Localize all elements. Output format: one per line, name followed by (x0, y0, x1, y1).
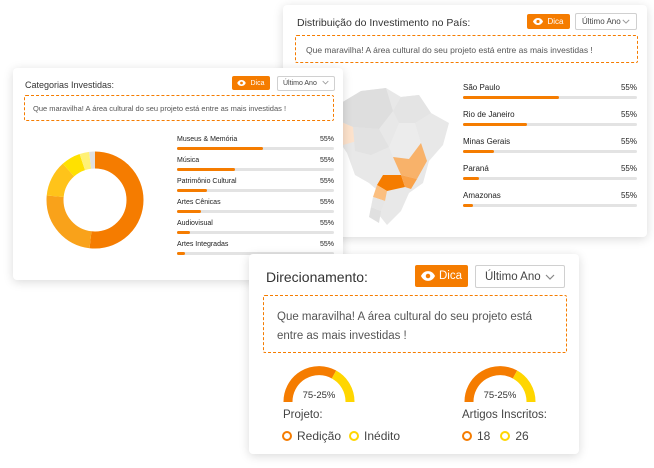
period-value: Último Ano (485, 270, 541, 283)
bar-fill (463, 177, 479, 180)
bar-item: Museus & Memória 55% (177, 136, 334, 157)
bar-item: Música 55% (177, 157, 334, 178)
bar-percentage: 55% (319, 157, 334, 164)
bar-track (177, 147, 334, 150)
legend-label: Redição (297, 429, 342, 443)
orange-ring-icon (282, 431, 292, 441)
bar-percentage: 55% (319, 241, 334, 248)
artigos-caption: Artigos Inscritos: (462, 409, 547, 421)
state-bar-list: São Paulo 55% Rio de Janeiro 55% Minas Gerai… (463, 83, 637, 223)
bar-track (177, 168, 334, 171)
bar-track (463, 123, 637, 126)
bar-fill (463, 123, 528, 126)
bar-fill (463, 150, 495, 153)
categories-donut-chart (45, 150, 145, 250)
bar-fill (463, 204, 474, 207)
bar-track (177, 189, 334, 192)
bar-item: Paraná 55% (463, 164, 637, 186)
bar-percentage: 55% (319, 136, 334, 143)
dica-label: Dica (438, 270, 462, 282)
projeto-caption: Projeto: (283, 409, 323, 421)
bar-label: São Paulo (463, 83, 500, 92)
direction-card: Direcionamento: Dica Último Ano Que mara… (249, 254, 579, 454)
orange-ring-icon (462, 431, 472, 441)
bar-label: Audiovisual (177, 220, 213, 227)
legend-label: 18 (477, 429, 491, 443)
bar-item: Patrimônio Cultural 55% (177, 178, 334, 199)
bar-label: Amazonas (463, 191, 501, 200)
chevron-down-icon (622, 17, 630, 26)
bar-fill (177, 210, 201, 213)
bar-percentage: 55% (620, 164, 637, 173)
card-title: Distribuição do Investimento no País: (297, 17, 471, 29)
chevron-down-icon (545, 271, 555, 283)
bar-percentage: 55% (319, 199, 334, 206)
bar-percentage: 55% (620, 137, 637, 146)
bar-percentage: 55% (620, 110, 637, 119)
bar-track (463, 96, 637, 99)
bar-item: Rio de Janeiro 55% (463, 110, 637, 132)
legend-label: 26 (515, 429, 529, 443)
bar-fill (463, 96, 559, 99)
bar-track (463, 177, 637, 180)
brazil-map (331, 83, 451, 233)
bar-item: Minas Gerais 55% (463, 137, 637, 159)
period-value: Último Ano (582, 17, 621, 26)
tip-box: Que maravilha! A área cultural do seu pr… (295, 35, 638, 63)
bar-item: Amazonas 55% (463, 191, 637, 213)
category-bar-list: Museus & Memória 55% Música 55% Patrimônio C… (177, 136, 334, 266)
bar-track (463, 204, 637, 207)
eye-icon (420, 271, 435, 281)
tip-box: Que maravilha! A área cultural do seu pr… (24, 95, 334, 121)
period-select[interactable]: Último Ano (575, 13, 637, 30)
legend-label: Inédito (364, 429, 401, 443)
period-select[interactable]: Último Ano (475, 265, 565, 288)
projeto-gauge-label: 75-25% (302, 390, 336, 401)
bar-label: Música (177, 157, 200, 164)
bar-track (177, 231, 334, 234)
tip-box: Que maravilha! A área cultural do seu pr… (263, 295, 567, 353)
bar-label: Rio de Janeiro (463, 110, 515, 119)
bar-label: Paraná (463, 164, 489, 173)
dica-label: Dica (250, 79, 265, 87)
bar-fill (177, 168, 236, 171)
dica-button[interactable]: Dica (527, 14, 570, 29)
card-title: Categorias Investidas: (25, 80, 115, 90)
bar-label: Museus & Memória (177, 136, 238, 143)
bar-label: Artes Cênicas (177, 199, 221, 206)
dica-button[interactable]: Dica (415, 265, 468, 287)
card-title: Direcionamento: (266, 269, 368, 285)
bar-item: Audiovisual 55% (177, 220, 334, 241)
yellow-ring-icon (500, 431, 511, 441)
artigos-legend: 18 26 (462, 429, 529, 443)
bar-track (177, 210, 334, 213)
dica-button[interactable]: Dica (232, 76, 270, 90)
bar-label: Patrimônio Cultural (177, 178, 237, 185)
eye-icon (237, 80, 247, 86)
bar-track (463, 150, 637, 153)
bar-fill (177, 252, 185, 255)
period-value: Último Ano (283, 80, 317, 87)
eye-icon (533, 18, 544, 25)
bar-label: Artes Integradas (177, 241, 229, 248)
bar-percentage: 55% (319, 220, 334, 227)
artigos-gauge-label: 75-25% (483, 390, 517, 401)
period-select[interactable]: Último Ano (277, 76, 335, 91)
bar-percentage: 55% (620, 191, 637, 200)
bar-item: Artes Cênicas 55% (177, 199, 334, 220)
projeto-legend: Redição Inédito (282, 429, 400, 443)
chevron-down-icon (322, 80, 329, 87)
bar-fill (177, 189, 207, 192)
bar-fill (177, 231, 190, 234)
bar-label: Minas Gerais (463, 137, 511, 146)
invested-categories-card: Categorias Investidas: Dica Último Ano Q… (13, 68, 343, 280)
bar-percentage: 55% (319, 178, 334, 185)
yellow-ring-icon (349, 431, 360, 441)
dica-label: Dica (547, 17, 564, 26)
bar-percentage: 55% (620, 83, 637, 92)
bar-item: São Paulo 55% (463, 83, 637, 105)
bar-fill (177, 147, 264, 150)
